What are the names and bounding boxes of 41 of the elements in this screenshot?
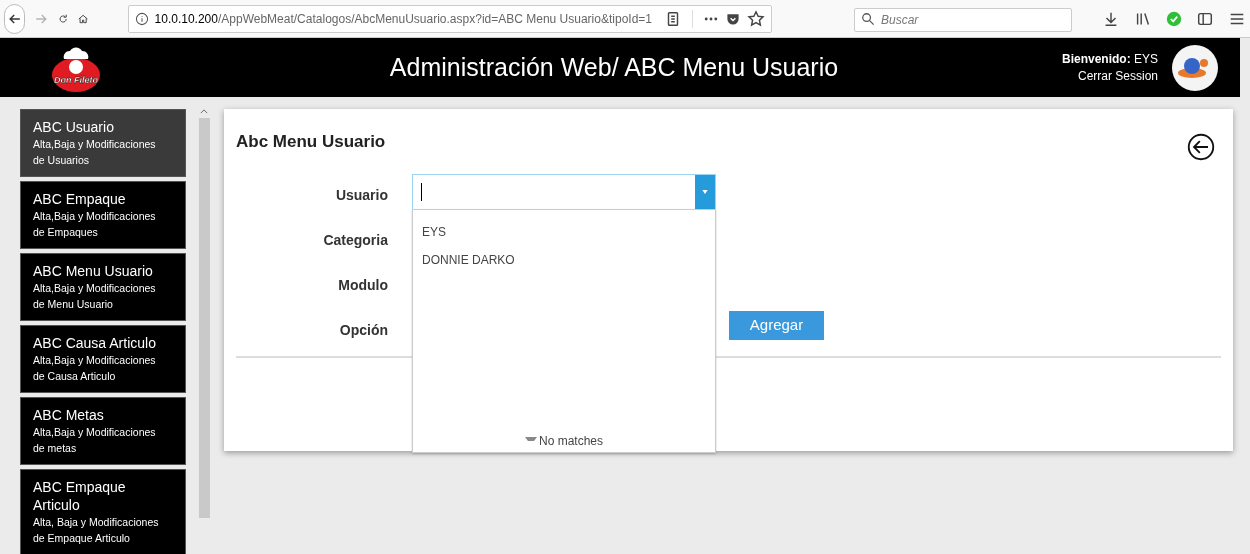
sidebar-item[interactable]: ABC Empaque Articulo Alta, Baja y Modificaciones de Empaque Articulo [20, 469, 186, 554]
no-matches-text: No matches [539, 433, 603, 450]
caret-icon [525, 437, 537, 441]
scroll-up-icon[interactable] [200, 109, 208, 114]
sidebar-item[interactable]: ABC Empaque Alta,Baja y Modificaciones de Empaques [20, 181, 186, 249]
url-text: 10.0.10.200/AppWebMeat/Catalogos/AbcMenuUsuario.aspx?id=ABC Menu Usuario&tipoId=1 [154, 10, 652, 28]
caret-icon [702, 190, 708, 194]
sidebar-item[interactable]: ABC Causa Articulo Alta,Baja y Modificaciones de Causa Articulo [20, 325, 186, 393]
search-icon [861, 11, 875, 26]
welcome-text: Bienvenido: EYS [1061, 50, 1158, 68]
field-label: Modulo [338, 276, 388, 294]
dropdown-option[interactable]: DONNIE DARKO [413, 246, 715, 274]
sidebar-item-subtitle: Alta,Baja y Modificaciones de Usuarios [33, 137, 157, 168]
back-button[interactable] [4, 3, 26, 34]
sidebar-item-subtitle: Alta,Baja y Modificaciones de metas [33, 425, 157, 456]
sidebar-item-title: ABC Empaque [33, 190, 127, 208]
sidebar-item[interactable]: ABC Usuario Alta,Baja y Modificaciones de Usuarios [20, 109, 186, 177]
field-label: Categoria [323, 231, 388, 249]
sidebar-item-subtitle: Alta, Baja y Modificaciones de Empaque Articulo [33, 515, 160, 546]
page-title: Administración Web/ ABC Menu Usuario [389, 51, 839, 83]
sidebar-item-title: ABC Menu Usuario [33, 262, 154, 280]
avatar [1172, 44, 1218, 91]
sidebar-item-subtitle: Alta,Baja y Modificaciones de Empaques [33, 209, 157, 240]
sidebar-item-title: ABC Causa Articulo [33, 334, 157, 352]
sidebar-item-title: ABC Empaque Articulo [33, 478, 127, 514]
info-icon[interactable] [134, 11, 149, 26]
star-icon[interactable] [747, 9, 765, 28]
url-field[interactable]: 10.0.10.200/AppWebMeat/Catalogos/AbcMenuUsuario.aspx?id=ABC Menu Usuario&tipoId=1 [127, 4, 772, 33]
sidebar-item-subtitle: Alta,Baja y Modificaciones de Menu Usuario [33, 281, 157, 312]
sidebar-item[interactable]: ABC Menu Usuario Alta,Baja y Modificaciones de Menu Usuario [20, 253, 186, 321]
logout-link[interactable]: Cerrar Session [1077, 67, 1158, 85]
field-label: Opción [339, 321, 388, 339]
sidebar-item[interactable]: ABC Metas Alta,Baja y Modificaciones de metas [20, 397, 186, 465]
search-field[interactable]: Buscar [854, 7, 1072, 32]
sidebar-item-title: ABC Metas [33, 406, 105, 424]
field-label: Usuario [335, 186, 388, 204]
sidebar-item-subtitle: Alta,Baja y Modificaciones de Causa Articulo [33, 353, 157, 384]
dropdown-option[interactable]: EYS [413, 218, 715, 246]
check-icon[interactable] [1166, 10, 1182, 27]
card-title: Abc Menu Usuario [236, 131, 386, 153]
sidebar-item-title: ABC Usuario [33, 118, 115, 136]
